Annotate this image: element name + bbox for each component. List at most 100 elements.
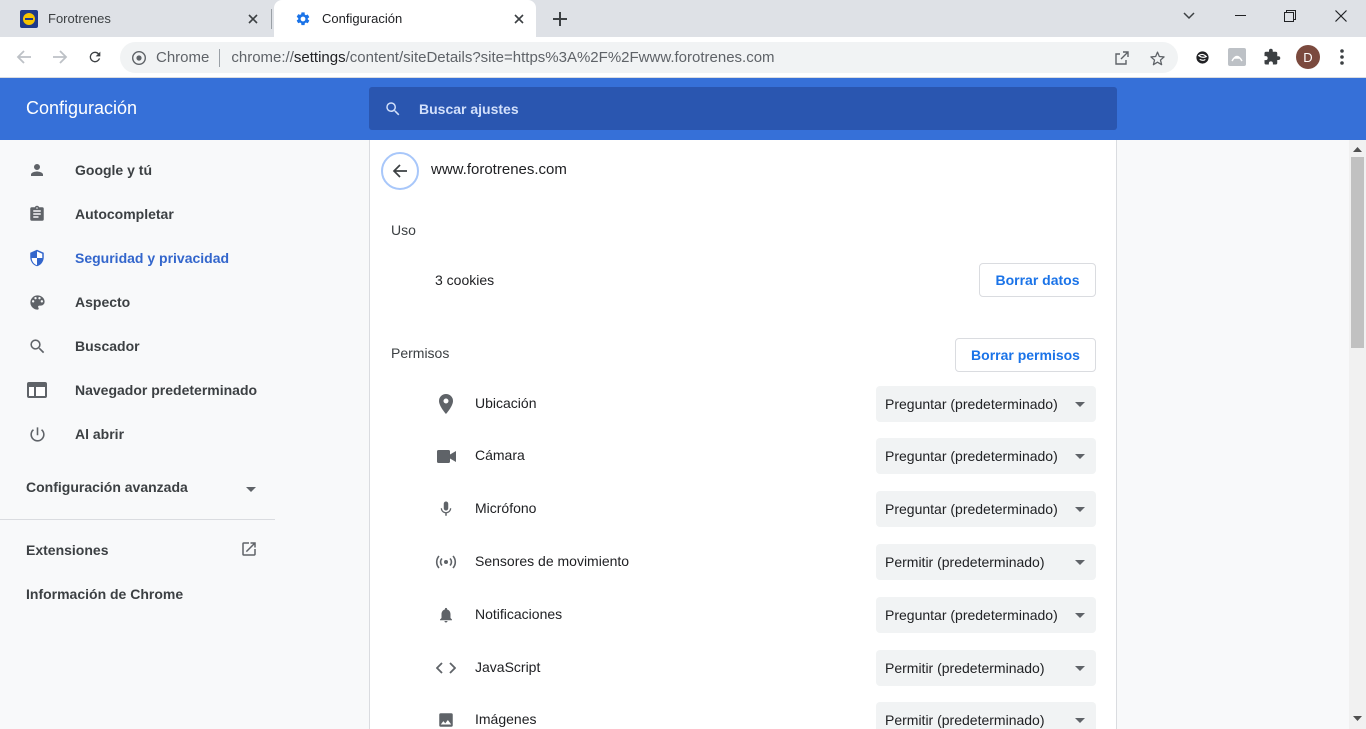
caret-down-icon bbox=[246, 479, 256, 495]
tab-search-button[interactable] bbox=[1166, 0, 1212, 32]
sidebar-item-search-engine[interactable]: Buscador bbox=[0, 324, 275, 368]
caret-down-icon bbox=[1068, 401, 1092, 407]
permission-label: Imágenes bbox=[475, 711, 537, 727]
permission-select-microphone[interactable]: Preguntar (predeterminado) bbox=[876, 491, 1096, 527]
permission-row-sensors: Sensores de movimiento Permitir (predete… bbox=[370, 542, 1116, 582]
permission-value: Permitir (predeterminado) bbox=[885, 712, 1045, 728]
permission-value: Preguntar (predeterminado) bbox=[885, 448, 1058, 464]
reload-button[interactable] bbox=[82, 44, 108, 70]
restore-button[interactable] bbox=[1267, 0, 1313, 32]
permission-value: Preguntar (predeterminado) bbox=[885, 607, 1058, 623]
url-text: chrome://settings/content/siteDetails?si… bbox=[231, 49, 775, 66]
minimize-button[interactable] bbox=[1217, 0, 1263, 32]
permissions-heading: Permisos bbox=[391, 345, 450, 361]
caret-down-icon bbox=[1068, 506, 1092, 512]
back-nav-button[interactable] bbox=[11, 44, 37, 70]
shield-icon bbox=[26, 247, 48, 269]
gear-icon bbox=[294, 10, 312, 28]
sidebar-item-appearance[interactable]: Aspecto bbox=[0, 280, 275, 324]
power-icon bbox=[26, 423, 48, 445]
bookmark-star-icon[interactable] bbox=[1147, 48, 1167, 68]
scroll-up-arrow-icon[interactable] bbox=[1353, 145, 1362, 154]
scrollbar-thumb[interactable] bbox=[1351, 157, 1364, 348]
sidebar-extensions-link[interactable]: Extensiones bbox=[26, 539, 258, 561]
permission-select-location[interactable]: Preguntar (predeterminado) bbox=[876, 386, 1096, 422]
site-title: www.forotrenes.com bbox=[431, 161, 567, 178]
tab-title: Forotrenes bbox=[48, 11, 111, 26]
settings-search[interactable] bbox=[369, 87, 1117, 130]
new-tab-button[interactable] bbox=[548, 7, 572, 31]
browser-toolbar: Chrome chrome://settings/content/siteDet… bbox=[0, 37, 1366, 78]
settings-header: Configuración bbox=[0, 78, 1366, 140]
permission-value: Permitir (predeterminado) bbox=[885, 554, 1045, 570]
permission-row-location: Ubicación Preguntar (predeterminado) bbox=[370, 384, 1116, 424]
caret-down-icon bbox=[1068, 559, 1092, 565]
permission-select-javascript[interactable]: Permitir (predeterminado) bbox=[876, 650, 1096, 686]
forotrenes-favicon bbox=[20, 9, 38, 28]
permission-row-notifications: Notificaciones Preguntar (predeterminado… bbox=[370, 595, 1116, 635]
search-icon bbox=[26, 335, 48, 357]
reset-permissions-button[interactable]: Borrar permisos bbox=[955, 338, 1096, 372]
permission-value: Permitir (predeterminado) bbox=[885, 660, 1045, 676]
arrow-back-icon bbox=[392, 164, 407, 178]
sidebar-item-label: Buscador bbox=[75, 338, 140, 354]
pdf-extension-icon[interactable] bbox=[1226, 46, 1248, 68]
permission-row-javascript: JavaScript Permitir (predeterminado) bbox=[370, 648, 1116, 688]
clear-data-button[interactable]: Borrar datos bbox=[979, 263, 1096, 297]
bell-icon bbox=[435, 604, 457, 626]
permission-row-camera: Cámara Preguntar (predeterminado) bbox=[370, 436, 1116, 476]
tab-configuracion[interactable]: Configuración bbox=[274, 0, 536, 37]
extension-globe-icon[interactable] bbox=[1191, 46, 1213, 68]
permission-select-camera[interactable]: Preguntar (predeterminado) bbox=[876, 438, 1096, 474]
sidebar-item-google[interactable]: Google y tú bbox=[0, 148, 275, 192]
cookies-count: 3 cookies bbox=[435, 272, 495, 288]
scroll-down-arrow-icon[interactable] bbox=[1353, 714, 1362, 723]
address-bar[interactable]: Chrome chrome://settings/content/siteDet… bbox=[120, 42, 1178, 73]
sidebar-item-on-startup[interactable]: Al abrir bbox=[0, 412, 275, 456]
chrome-page-icon bbox=[130, 49, 148, 67]
advanced-settings-toggle[interactable]: Configuración avanzada bbox=[26, 476, 256, 498]
sidebar-about-chrome-link[interactable]: Información de Chrome bbox=[26, 583, 258, 605]
sidebar-item-security[interactable]: Seguridad y privacidad bbox=[0, 236, 275, 280]
search-icon bbox=[382, 98, 404, 120]
close-window-button[interactable] bbox=[1318, 0, 1364, 32]
tab-title: Configuración bbox=[322, 11, 403, 26]
search-input[interactable] bbox=[419, 100, 1019, 117]
location-icon bbox=[435, 393, 457, 415]
tab-forotrenes[interactable]: Forotrenes bbox=[0, 0, 270, 37]
close-icon[interactable] bbox=[242, 8, 264, 30]
code-icon bbox=[435, 657, 457, 679]
sidebar-item-label: Seguridad y privacidad bbox=[75, 250, 230, 266]
person-icon bbox=[26, 159, 48, 181]
permission-row-images: Imágenes Permitir (predeterminado) bbox=[370, 700, 1116, 729]
image-icon bbox=[435, 709, 457, 729]
permission-select-sensors[interactable]: Permitir (predeterminado) bbox=[876, 544, 1096, 580]
permission-value: Preguntar (predeterminado) bbox=[885, 396, 1058, 412]
page-scrollbar[interactable] bbox=[1349, 140, 1366, 729]
clipboard-icon bbox=[26, 203, 48, 225]
close-icon[interactable] bbox=[508, 8, 530, 30]
settings-sidebar: Google y tú Autocompletar Seguridad y pr… bbox=[0, 140, 275, 729]
forward-nav-button[interactable] bbox=[47, 44, 73, 70]
advanced-settings-label: Configuración avanzada bbox=[26, 479, 188, 495]
profile-avatar[interactable]: D bbox=[1296, 45, 1320, 69]
permission-label: Notificaciones bbox=[475, 606, 563, 622]
permission-label: Sensores de movimiento bbox=[475, 553, 630, 569]
extensions-label: Extensiones bbox=[26, 542, 109, 558]
puzzle-icon[interactable] bbox=[1261, 46, 1283, 68]
sidebar-item-default-browser[interactable]: Navegador predeterminado bbox=[0, 368, 275, 412]
permission-select-images[interactable]: Permitir (predeterminado) bbox=[876, 702, 1096, 729]
sidebar-item-label: Navegador predeterminado bbox=[75, 382, 258, 398]
permission-select-notifications[interactable]: Preguntar (predeterminado) bbox=[876, 597, 1096, 633]
permission-label: Cámara bbox=[475, 447, 525, 463]
sidebar-item-label: Autocompletar bbox=[75, 206, 174, 222]
tab-separator bbox=[271, 9, 272, 29]
permission-label: Ubicación bbox=[475, 395, 537, 411]
open-in-new-icon bbox=[240, 540, 258, 561]
tab-strip: Forotrenes Configuración bbox=[0, 0, 1366, 37]
back-button[interactable] bbox=[381, 152, 419, 190]
omnibox-chip: Chrome bbox=[156, 49, 210, 66]
sidebar-item-autofill[interactable]: Autocompletar bbox=[0, 192, 275, 236]
menu-kebab-icon[interactable] bbox=[1331, 46, 1353, 68]
share-icon[interactable] bbox=[1112, 48, 1132, 68]
